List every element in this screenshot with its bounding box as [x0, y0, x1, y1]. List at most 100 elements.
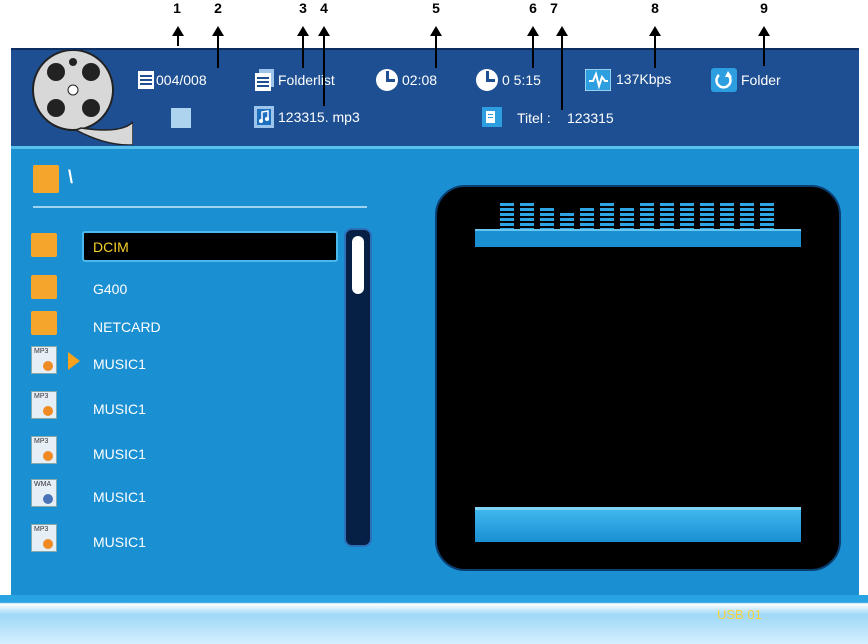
equalizer-segment: [660, 223, 674, 226]
equalizer-segment: [620, 213, 634, 216]
equalizer-segment: [560, 223, 574, 226]
file-browser-panel: \ DCIM G400 NETCARD MP3 MUSIC1 MP3 MUSIC…: [11, 146, 859, 597]
equalizer-segment: [520, 223, 534, 226]
equalizer-segment: [560, 213, 574, 216]
repeat-mode: Folder: [741, 72, 781, 88]
callout-arrow: [556, 26, 568, 110]
equalizer-segment: [600, 208, 614, 211]
list-item[interactable]: MP3 MUSIC1: [11, 346, 341, 382]
equalizer-segment: [660, 208, 674, 211]
wma-file-icon: WMA: [31, 479, 57, 507]
equalizer-segment: [640, 208, 654, 211]
callout-arrow: [172, 26, 184, 46]
footer-bar: USB 01: [0, 595, 868, 644]
equalizer-segment: [600, 203, 614, 206]
source-label: USB 01: [717, 607, 762, 622]
total-time-icon: [476, 69, 498, 91]
list-item[interactable]: WMA MUSIC1: [11, 479, 341, 515]
equalizer-segment: [620, 223, 634, 226]
equalizer-segment: [520, 203, 534, 206]
folder-icon: [31, 233, 57, 257]
title-info-icon: [482, 107, 502, 127]
callout-arrow: [649, 26, 661, 68]
item-label: G400: [93, 281, 128, 297]
folderlist-icon: [255, 69, 274, 91]
equalizer-segment: [700, 203, 714, 206]
callout-9: 9: [760, 0, 768, 16]
equalizer-segment: [760, 208, 774, 211]
equalizer-segment: [720, 203, 734, 206]
equalizer-segment: [640, 223, 654, 226]
folder-icon: [31, 311, 57, 335]
equalizer-segment: [620, 218, 634, 221]
item-label: MUSIC1: [93, 356, 146, 372]
equalizer-segment: [580, 218, 594, 221]
folder-icon: [31, 275, 57, 299]
equalizer-segment: [540, 208, 554, 211]
item-label: MUSIC1: [93, 489, 146, 505]
callout-3: 3: [299, 0, 307, 16]
item-label: MUSIC1: [93, 534, 146, 550]
path-folder-icon: [33, 165, 59, 193]
scrollbar-track[interactable]: [344, 228, 372, 547]
equalizer-segment: [720, 208, 734, 211]
equalizer-segment: [600, 218, 614, 221]
list-item[interactable]: G400: [11, 271, 341, 307]
mp3-file-icon: MP3: [31, 524, 57, 552]
equalizer-segment: [620, 208, 634, 211]
callout-7: 7: [550, 0, 558, 16]
equalizer-segment: [640, 203, 654, 206]
equalizer-segment: [540, 213, 554, 216]
equalizer-segment: [680, 208, 694, 211]
equalizer-segment: [520, 218, 534, 221]
bitrate: 137Kbps: [616, 71, 672, 87]
title-label: Titel :: [517, 110, 551, 126]
equalizer-segment: [760, 218, 774, 221]
callout-arrow: [430, 26, 442, 68]
visualizer-top-bar: [475, 229, 801, 247]
equalizer-segment: [500, 213, 514, 216]
equalizer-segment: [700, 223, 714, 226]
list-item[interactable]: MP3 MUSIC1: [11, 436, 341, 472]
equalizer-segment: [520, 208, 534, 211]
equalizer: [500, 195, 780, 231]
equalizer-segment: [520, 213, 534, 216]
equalizer-segment: [640, 213, 654, 216]
clock-icon: [376, 69, 398, 91]
equalizer-segment: [660, 213, 674, 216]
callout-2: 2: [214, 0, 222, 16]
equalizer-segment: [500, 203, 514, 206]
callout-arrow: [527, 26, 539, 68]
list-item[interactable]: MP3 MUSIC1: [11, 391, 341, 427]
callout-4: 4: [320, 0, 328, 16]
equalizer-segment: [660, 218, 674, 221]
mp3-file-icon: MP3: [31, 346, 57, 374]
equalizer-segment: [760, 203, 774, 206]
equalizer-segment: [700, 218, 714, 221]
elapsed-time: 02:08: [402, 72, 438, 88]
play-indicator-icon: [68, 352, 80, 370]
callout-8: 8: [651, 0, 659, 16]
mode-label: Folderlist: [278, 72, 335, 88]
list-item[interactable]: NETCARD: [11, 309, 341, 345]
equalizer-segment: [540, 218, 554, 221]
path-divider: [33, 206, 367, 208]
total-time: 0 5:15: [502, 72, 541, 88]
list-item[interactable]: DCIM: [11, 229, 341, 265]
item-label: NETCARD: [93, 319, 161, 335]
equalizer-segment: [740, 203, 754, 206]
callout-5: 5: [432, 0, 440, 16]
scrollbar-thumb[interactable]: [352, 236, 364, 294]
equalizer-segment: [500, 218, 514, 221]
equalizer-segment: [680, 213, 694, 216]
visualizer-screen: [435, 185, 841, 571]
equalizer-segment: [700, 213, 714, 216]
equalizer-segment: [680, 218, 694, 221]
item-label: DCIM: [93, 239, 129, 255]
equalizer-segment: [760, 213, 774, 216]
equalizer-segment: [700, 208, 714, 211]
film-reel-icon: [32, 50, 133, 145]
list-item[interactable]: MP3 MUSIC1: [11, 524, 341, 560]
equalizer-segment: [580, 223, 594, 226]
callout-arrow: [212, 26, 224, 68]
